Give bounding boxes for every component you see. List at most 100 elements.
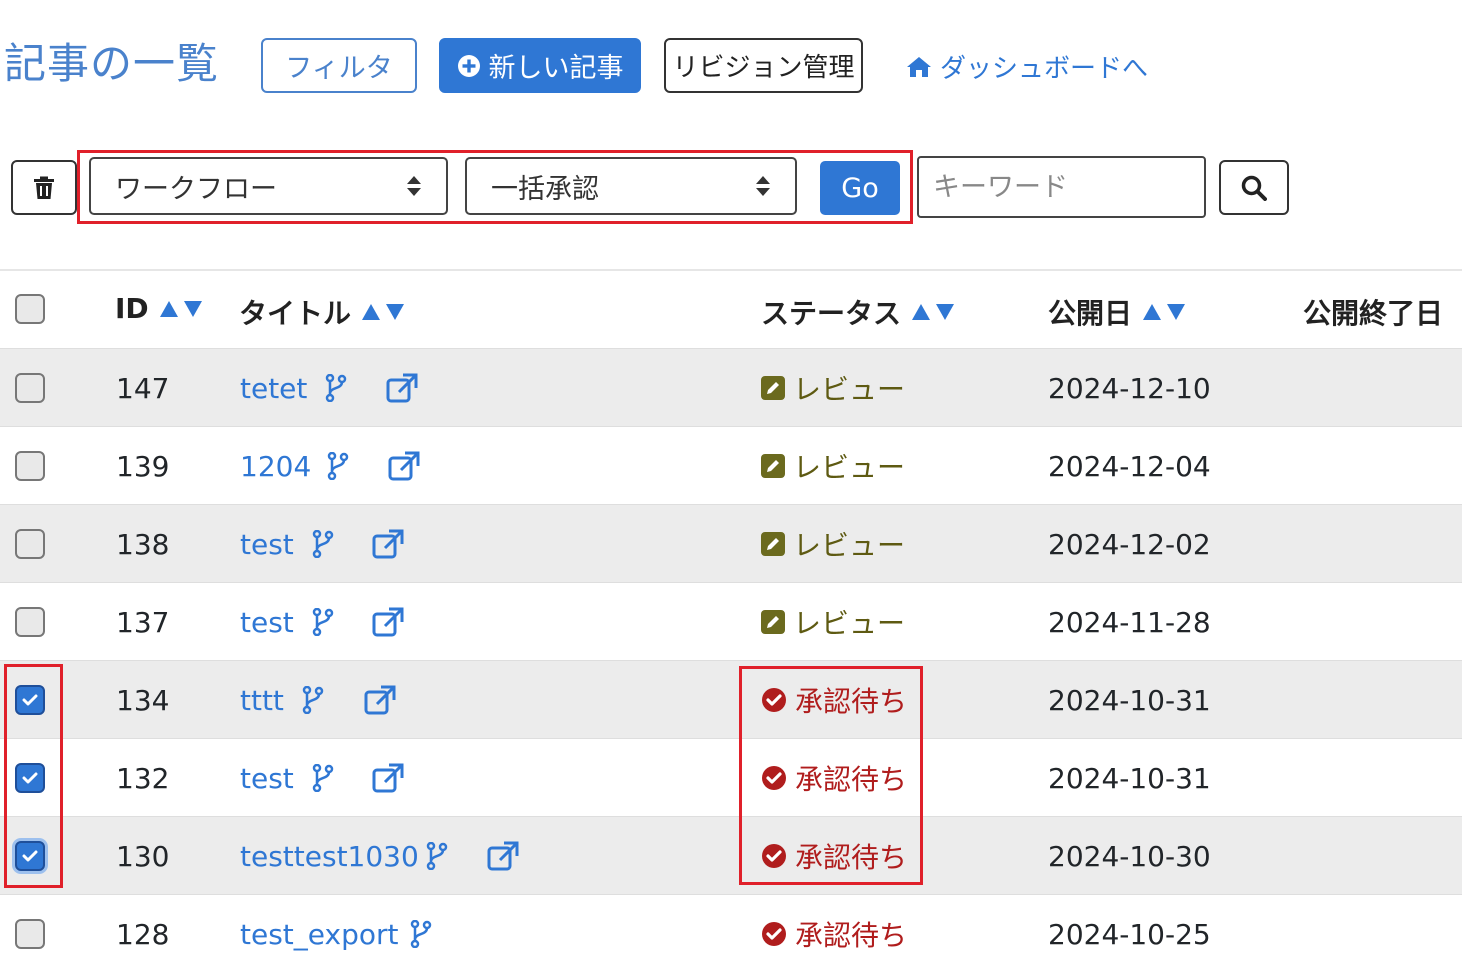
check-circle-icon	[761, 765, 787, 791]
go-label: Go	[841, 172, 879, 204]
status-badge: レビュー	[761, 505, 905, 583]
edit-icon	[761, 376, 785, 400]
branch-icon[interactable]	[410, 895, 432, 973]
home-icon	[907, 56, 931, 77]
column-header-label: 公開日	[1048, 297, 1133, 330]
external-link-icon[interactable]	[372, 739, 404, 817]
table-row: 128 test_export 承認待ち 2024-10-25	[0, 894, 1462, 972]
check-circle-icon	[761, 687, 787, 713]
page-title: 記事の一覧	[4, 39, 220, 88]
table-row: 132 test 承認待ち 2024-10-31	[0, 738, 1462, 816]
new-article-label: 新しい記事	[488, 53, 624, 84]
column-header-id[interactable]: ID	[115, 292, 203, 325]
column-header-title[interactable]: タイトル	[239, 292, 405, 332]
row-checkbox[interactable]	[15, 451, 45, 481]
row-checkbox[interactable]	[15, 841, 45, 871]
branch-icon[interactable]	[312, 739, 334, 817]
status-badge: レビュー	[761, 349, 905, 427]
cell-title-link[interactable]: test	[240, 505, 294, 583]
status-label: 承認待ち	[795, 841, 908, 874]
status-label: レビュー	[793, 607, 906, 640]
cell-title-link[interactable]: tttt	[240, 661, 284, 739]
column-header-label: ステータス	[761, 297, 902, 330]
sort-desc-icon[interactable]	[1166, 303, 1186, 321]
cell-publish-date: 2024-10-25	[1048, 917, 1211, 951]
sort-asc-icon[interactable]	[361, 303, 381, 321]
cell-title-link[interactable]: test_export	[240, 895, 398, 973]
bulk-action-select[interactable]: 一括承認	[465, 157, 797, 215]
row-checkbox[interactable]	[15, 919, 45, 949]
external-link-icon[interactable]	[364, 661, 396, 739]
column-header-publish-end-date: 公開終了日	[1303, 292, 1443, 332]
external-link-icon[interactable]	[372, 505, 404, 583]
branch-icon[interactable]	[426, 817, 448, 895]
checkmark-icon	[22, 849, 38, 863]
cell-publish-date: 2024-11-28	[1048, 605, 1211, 639]
cell-publish-date: 2024-10-30	[1048, 839, 1211, 873]
select-arrows-icon	[407, 176, 421, 196]
status-badge: 承認待ち	[761, 739, 907, 817]
branch-icon[interactable]	[312, 583, 334, 661]
external-link-icon[interactable]	[388, 427, 420, 505]
checkmark-icon	[22, 693, 38, 707]
column-header-status[interactable]: ステータス	[761, 292, 955, 332]
row-checkbox[interactable]	[15, 373, 45, 403]
table-row: 130 testtest1030 承認待ち 2024-10-30	[0, 816, 1462, 894]
cell-title-link[interactable]: tetet	[240, 349, 307, 427]
status-badge: レビュー	[761, 427, 905, 505]
revision-label: リビジョン管理	[672, 53, 855, 83]
cell-id: 138	[116, 527, 170, 561]
column-header-label: タイトル	[239, 297, 352, 330]
row-checkbox[interactable]	[15, 607, 45, 637]
table-row: 138 test レビュー 2024-12-02	[0, 504, 1462, 582]
sort-desc-icon[interactable]	[385, 303, 405, 321]
cell-title-link[interactable]: test	[240, 583, 294, 661]
delete-button[interactable]	[11, 160, 77, 215]
select-arrows-icon	[756, 176, 770, 196]
dashboard-link[interactable]: ダッシュボードへ	[906, 48, 1148, 85]
select-all-checkbox[interactable]	[15, 294, 45, 324]
external-link-icon[interactable]	[372, 583, 404, 661]
edit-icon	[761, 454, 785, 478]
revision-management-button[interactable]: リビジョン管理	[664, 38, 863, 93]
status-badge: 承認待ち	[761, 661, 907, 739]
column-header-label: 公開終了日	[1303, 297, 1444, 330]
sort-desc-icon[interactable]	[935, 303, 955, 321]
cell-publish-date: 2024-12-04	[1048, 449, 1211, 483]
status-label: レビュー	[793, 451, 906, 484]
table-row: 134 tttt 承認待ち 2024-10-31	[0, 660, 1462, 738]
column-header-publish-date[interactable]: 公開日	[1048, 292, 1186, 332]
sort-desc-icon[interactable]	[183, 300, 203, 318]
row-checkbox[interactable]	[15, 685, 45, 715]
sort-asc-icon[interactable]	[1142, 303, 1162, 321]
cell-publish-date: 2024-10-31	[1048, 683, 1211, 717]
sort-asc-icon[interactable]	[911, 303, 931, 321]
status-label: 承認待ち	[795, 919, 908, 952]
status-label: 承認待ち	[795, 763, 908, 796]
bulk-action-select-value: 一括承認	[491, 173, 599, 205]
cell-title-link[interactable]: 1204	[240, 427, 311, 505]
row-checkbox[interactable]	[15, 763, 45, 793]
external-link-icon[interactable]	[487, 817, 519, 895]
branch-icon[interactable]	[325, 349, 347, 427]
row-checkbox[interactable]	[15, 529, 45, 559]
external-link-icon[interactable]	[386, 349, 418, 427]
cell-title-link[interactable]: test	[240, 739, 294, 817]
cell-title-link[interactable]: testtest1030	[240, 817, 419, 895]
branch-icon[interactable]	[327, 427, 349, 505]
status-label: レビュー	[793, 529, 906, 562]
check-circle-icon	[761, 921, 787, 947]
search-button[interactable]	[1219, 160, 1289, 215]
filter-label: フィルタ	[285, 53, 393, 84]
new-article-button[interactable]: 新しい記事	[439, 38, 641, 93]
workflow-select[interactable]: ワークフロー	[89, 157, 448, 215]
cell-id: 134	[116, 683, 170, 717]
sort-asc-icon[interactable]	[159, 300, 179, 318]
table-row: 137 test レビュー 2024-11-28	[0, 582, 1462, 660]
filter-button[interactable]: フィルタ	[261, 38, 417, 93]
branch-icon[interactable]	[302, 661, 324, 739]
go-button[interactable]: Go	[820, 161, 900, 215]
cell-id: 137	[116, 605, 170, 639]
branch-icon[interactable]	[312, 505, 334, 583]
keyword-input[interactable]	[917, 156, 1206, 218]
